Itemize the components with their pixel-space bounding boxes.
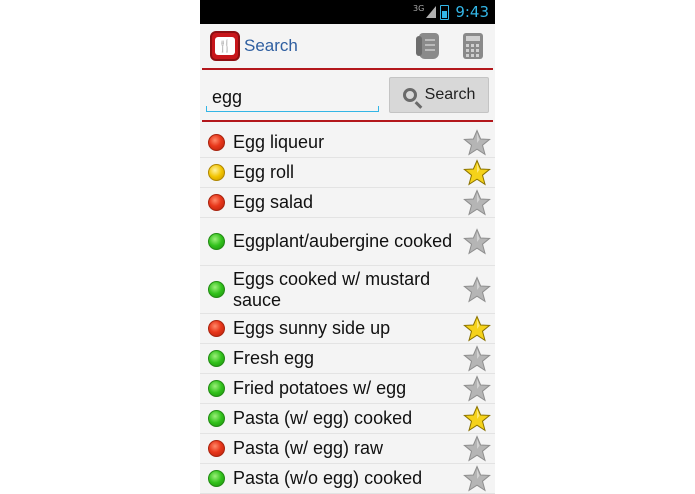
list-item[interactable]: Eggs sunny side up [200,314,495,344]
star-empty-icon[interactable] [463,434,491,463]
list-item-label: Eggplant/aubergine cooked [233,231,453,251]
list-item[interactable]: Pasta (w/o egg) cooked [200,464,495,494]
status-dot-red-icon [208,440,225,457]
calculator-icon [463,33,483,59]
results-list: Egg liqueur Egg roll Egg salad Eggplant/aub… [200,128,495,494]
list-item[interactable]: Pasta (w/ egg) raw [200,434,495,464]
search-button[interactable]: Search [389,77,489,113]
network-type: 3G [413,3,425,13]
list-item-label: Egg liqueur [233,132,325,152]
clock: 9:43 [455,3,489,21]
star-empty-icon[interactable] [463,464,491,493]
status-dot-green-icon [208,410,225,427]
magnifier-icon [402,88,417,102]
phone-screen: 3G 9:43 🍴 Search Search Egg liqueur Egg r… [200,0,495,494]
search-row: Search [200,70,495,120]
status-dot-green-icon [208,380,225,397]
star-empty-icon[interactable] [463,344,491,373]
food-app-icon[interactable]: 🍴 [210,31,240,61]
list-item-label: Eggs cooked w/ mustard sauce [233,268,431,310]
list-item-label: Pasta (w/ egg) cooked [233,408,413,428]
list-item[interactable]: Egg roll [200,158,495,188]
status-dot-red-icon [208,194,225,211]
star-empty-icon[interactable] [463,275,491,304]
notes-button[interactable] [407,24,451,68]
list-item[interactable]: Fried potatoes w/ egg [200,374,495,404]
star-empty-icon[interactable] [463,374,491,403]
list-item[interactable]: Fresh egg [200,344,495,374]
list-item-label: Pasta (w/ egg) raw [233,438,384,458]
status-dot-yellow-icon [208,164,225,181]
list-item-label: Egg roll [233,162,295,182]
list-item-label: Fried potatoes w/ egg [233,378,407,398]
star-filled-icon[interactable] [463,404,491,433]
status-dot-red-icon [208,134,225,151]
battery-icon [440,4,450,20]
action-bar: 🍴 Search [200,24,495,68]
calculator-button[interactable] [451,24,495,68]
status-dot-green-icon [208,470,225,487]
star-empty-icon[interactable] [463,188,491,217]
list-item-label: Fresh egg [233,348,315,368]
search-input[interactable] [206,78,379,112]
list-item[interactable]: Eggs cooked w/ mustard sauce [200,266,495,314]
star-filled-icon[interactable] [463,158,491,187]
status-dot-green-icon [208,350,225,367]
list-item-label: Eggs sunny side up [233,318,391,338]
status-bar: 3G 9:43 [200,0,495,24]
star-filled-icon[interactable] [463,314,491,343]
status-dot-green-icon [208,281,225,298]
list-item-label: Egg salad [233,192,314,212]
scroll-icon [416,33,439,59]
star-empty-icon[interactable] [463,227,491,256]
list-item[interactable]: Eggplant/aubergine cooked [200,218,495,266]
list-item-label: Pasta (w/o egg) cooked [233,468,423,488]
list-item[interactable]: Pasta (w/ egg) cooked [200,404,495,434]
search-divider [202,120,493,122]
page-title: Search [244,36,298,55]
signal-icon [426,6,437,18]
status-dot-green-icon [208,233,225,250]
search-button-label: Search [424,86,476,103]
cutlery-icon: 🍴 [215,37,235,55]
star-empty-icon[interactable] [463,128,491,157]
search-input-wrapper [206,78,379,112]
status-dot-red-icon [208,320,225,337]
list-item[interactable]: Egg liqueur [200,128,495,158]
list-item[interactable]: Egg salad [200,188,495,218]
